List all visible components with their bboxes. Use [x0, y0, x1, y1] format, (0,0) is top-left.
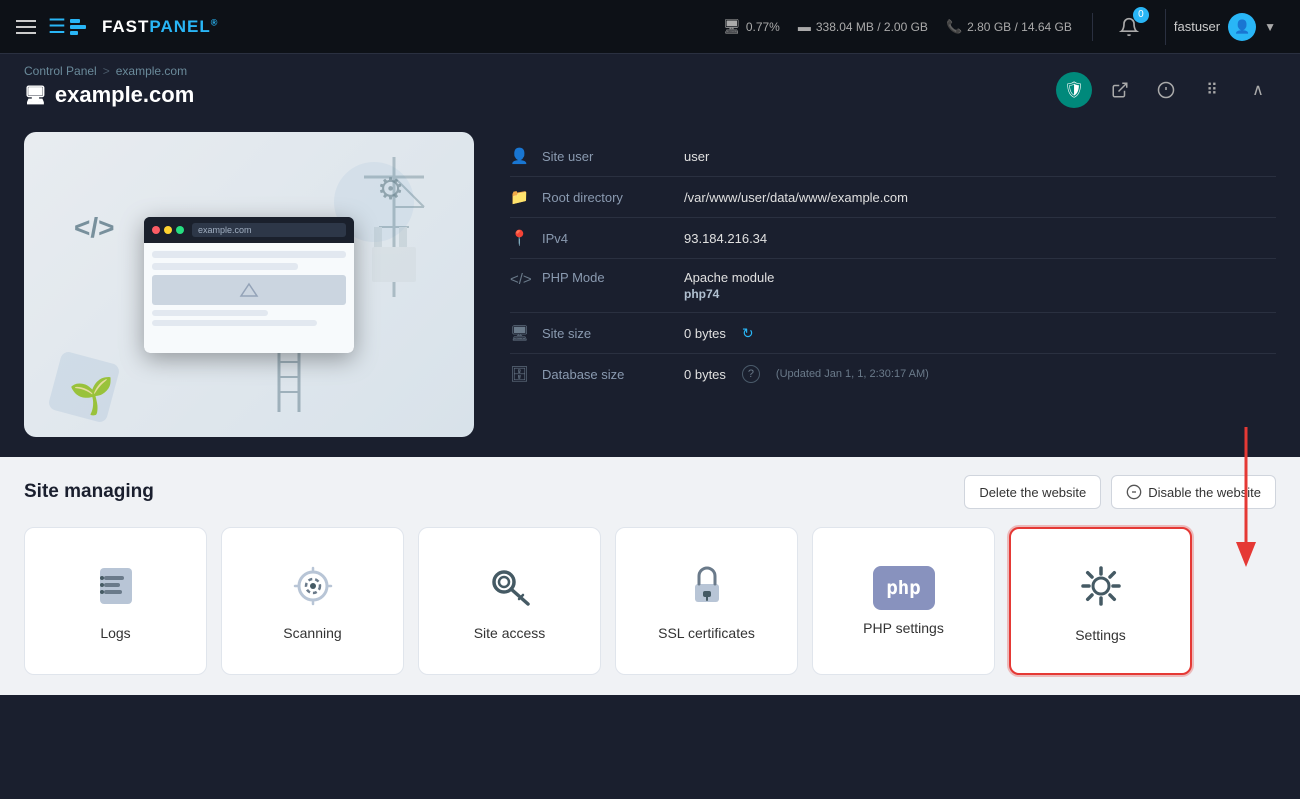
ssl-label: SSL certificates [658, 625, 755, 641]
disk-icon: 📞 [946, 19, 962, 35]
logo-mark [70, 17, 98, 37]
site-user-value: user [684, 149, 709, 164]
ipv4-label: IPv4 [542, 231, 672, 246]
php-badge-icon: php [873, 566, 935, 610]
hamburger-menu[interactable] [16, 20, 36, 34]
notification-badge: 0 [1133, 7, 1149, 23]
settings-card[interactable]: Settings [1009, 527, 1192, 675]
user-avatar: 👤 [1228, 13, 1256, 41]
logs-label: Logs [100, 625, 130, 641]
apps-grid-btn[interactable]: ⠿ [1194, 72, 1230, 108]
managing-header: Site managing Delete the website Disable… [24, 475, 1276, 509]
scanning-icon [289, 562, 337, 615]
disk-stat: 📞 2.80 GB / 14.64 GB [946, 19, 1072, 35]
site-managing-section: Site managing Delete the website Disable… [0, 457, 1300, 695]
shield-action-btn[interactable]: 🛡 [1056, 72, 1092, 108]
site-preview: </> ⚙ example.com [24, 132, 474, 437]
key-icon [486, 562, 534, 615]
user-detail-icon: 👤 [510, 147, 530, 165]
scanning-label: Scanning [283, 625, 341, 641]
collapse-btn[interactable]: ∧ [1240, 72, 1276, 108]
db-size-label: Database size [542, 367, 672, 382]
logo-icon: ☰ [48, 14, 66, 39]
notification-bell[interactable]: 0 [1113, 11, 1145, 43]
refresh-size-btn[interactable]: ↻ [742, 325, 754, 342]
db-size-row: 🗄 Database size 0 bytes ? (Updated Jan 1… [510, 354, 1276, 394]
info-btn[interactable] [1148, 72, 1184, 108]
managing-title: Site managing [24, 481, 154, 503]
cpu-icon: 🖥 [723, 18, 741, 35]
mock-browser-window: example.com [144, 217, 354, 353]
breadcrumb-separator: > [103, 64, 110, 78]
root-dir-value: /var/www/user/data/www/example.com [684, 190, 908, 205]
scanning-card[interactable]: Scanning [221, 527, 404, 675]
settings-label: Settings [1075, 627, 1126, 643]
user-menu[interactable]: fastuser 👤 ▼ [1165, 9, 1284, 45]
code-icon: </> [510, 271, 530, 288]
user-name: fastuser [1174, 19, 1220, 34]
cards-container: Logs Scanning [24, 527, 1276, 675]
php-settings-label: PHP settings [863, 620, 944, 636]
pin-icon: 📍 [510, 229, 530, 247]
site-size-row: 🖥 Site size 0 bytes ↻ [510, 313, 1276, 354]
site-access-label: Site access [474, 625, 546, 641]
delete-website-btn[interactable]: Delete the website [964, 475, 1101, 509]
ipv4-row: 📍 IPv4 93.184.216.34 [510, 218, 1276, 259]
nav-stats: 🖥 0.77% ▬ 338.04 MB / 2.00 GB 📞 2.80 GB … [723, 18, 1072, 35]
cpu-stat: 🖥 0.77% [723, 18, 780, 35]
site-info-section: </> ⚙ example.com [0, 116, 1300, 457]
php-row: </> PHP Mode Apache module php74 [510, 259, 1276, 313]
folder-icon: 📁 [510, 188, 530, 206]
breadcrumb-area: Control Panel > example.com 🖥 example.co… [0, 54, 1300, 116]
ram-icon: ▬ [798, 19, 811, 34]
php-card[interactable]: php PHP settings [812, 527, 995, 675]
breadcrumb-current: example.com [116, 64, 187, 78]
external-link-btn[interactable] [1102, 72, 1138, 108]
dropdown-arrow-icon: ▼ [1264, 20, 1276, 34]
logs-icon [92, 562, 140, 615]
plant-deco-icon: 🌱 [69, 375, 114, 417]
site-icon: 🖥 [24, 85, 47, 106]
site-details: 👤 Site user user 📁 Root directory /var/w… [510, 132, 1276, 437]
root-dir-row: 📁 Root directory /var/www/user/data/www/… [510, 177, 1276, 218]
settings-icon [1075, 560, 1127, 617]
code-bracket-icon: </> [74, 212, 114, 244]
root-dir-label: Root directory [542, 190, 672, 205]
top-nav: ☰ FASTPANEL® 🖥 0.77% ▬ 338.04 MB / 2.00 … [0, 0, 1300, 54]
server-icon: 🖥 [510, 324, 530, 342]
ssl-card[interactable]: SSL certificates [615, 527, 798, 675]
logs-card[interactable]: Logs [24, 527, 207, 675]
breadcrumb-control-panel[interactable]: Control Panel [24, 64, 97, 78]
site-size-value: 0 bytes [684, 326, 726, 341]
php-version-value: php74 [684, 287, 774, 301]
database-icon: 🗄 [510, 365, 530, 383]
disable-website-btn[interactable]: Disable the website [1111, 475, 1276, 509]
site-size-label: Site size [542, 326, 672, 341]
ipv4-value: 93.184.216.34 [684, 231, 767, 246]
php-mode-label: PHP Mode [542, 270, 672, 285]
logo: ☰ FASTPANEL® [48, 14, 218, 39]
site-access-card[interactable]: Site access [418, 527, 601, 675]
managing-actions: Delete the website Disable the website [964, 475, 1276, 509]
browser-url-bar: example.com [192, 223, 346, 237]
db-info-btn[interactable]: ? [742, 365, 760, 383]
site-user-label: Site user [542, 149, 672, 164]
ram-stat: ▬ 338.04 MB / 2.00 GB [798, 19, 928, 34]
db-size-value: 0 bytes [684, 367, 726, 382]
cards-row: Logs Scanning [24, 527, 1276, 675]
ssl-icon [683, 562, 731, 615]
php-mode-value: Apache module [684, 270, 774, 285]
db-updated-text: (Updated Jan 1, 1, 2:30:17 AM) [776, 368, 929, 380]
logo-text: FASTPANEL® [102, 17, 218, 37]
page-actions: 🛡 ⠿ ∧ [1056, 72, 1276, 108]
page-title: 🖥 example.com [24, 82, 194, 108]
site-user-row: 👤 Site user user [510, 136, 1276, 177]
breadcrumb: Control Panel > example.com [24, 64, 194, 78]
